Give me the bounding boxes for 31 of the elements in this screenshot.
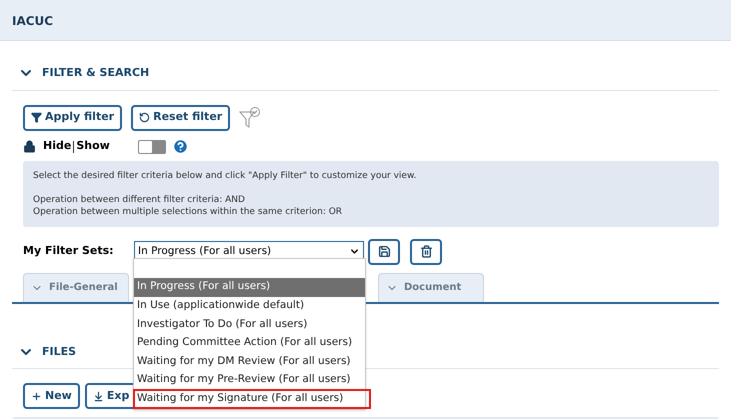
- hide-label: Hide: [43, 138, 72, 154]
- export-icon: [92, 390, 104, 402]
- dropdown-option[interactable]: In Use (applicationwide default): [134, 296, 365, 316]
- filter-check-icon[interactable]: [239, 106, 262, 130]
- help-icon[interactable]: [172, 138, 189, 155]
- trash-icon: [420, 245, 432, 258]
- toggle-switch[interactable]: [138, 140, 166, 154]
- reset-button[interactable]: Reset filter: [131, 104, 230, 130]
- reset-icon: [139, 112, 150, 123]
- dropdown-option[interactable]: Waiting for my DM Review (For all users): [134, 352, 365, 371]
- dropdown-option[interactable]: Pending Committee Action (For all users): [134, 334, 365, 352]
- lock-icon: [23, 140, 36, 153]
- apply-button[interactable]: Apply filter: [23, 104, 122, 130]
- show-label: Show: [76, 138, 110, 154]
- info-text: Operation between different filter criteria: AND: [33, 194, 246, 206]
- section-title[interactable]: FILTER & SEARCH: [42, 65, 150, 82]
- dropdown-option[interactable]: Investigator To Do (For all users): [134, 315, 365, 334]
- plus-icon: [31, 390, 42, 402]
- info-text: Operation between multiple selections within the same criterion: OR: [33, 206, 344, 218]
- filter-sets-label: My Filter Sets:: [23, 243, 115, 260]
- save-button[interactable]: [368, 238, 400, 264]
- filter-tab[interactable]: Document: [378, 272, 484, 302]
- funnel-icon: [31, 112, 42, 123]
- filter-tab[interactable]: File-General: [23, 272, 129, 302]
- dropdown-option[interactable]: In Progress (For all users): [134, 278, 365, 297]
- app-title: IACUC: [12, 14, 54, 28]
- save-icon: [378, 245, 390, 258]
- info-text: Select the desired filter criteria below and click "Apply Filter" to customize your view.: [33, 170, 418, 182]
- delete-button[interactable]: [410, 238, 442, 264]
- section-title[interactable]: FILES: [42, 344, 76, 360]
- new-button[interactable]: New: [23, 383, 80, 409]
